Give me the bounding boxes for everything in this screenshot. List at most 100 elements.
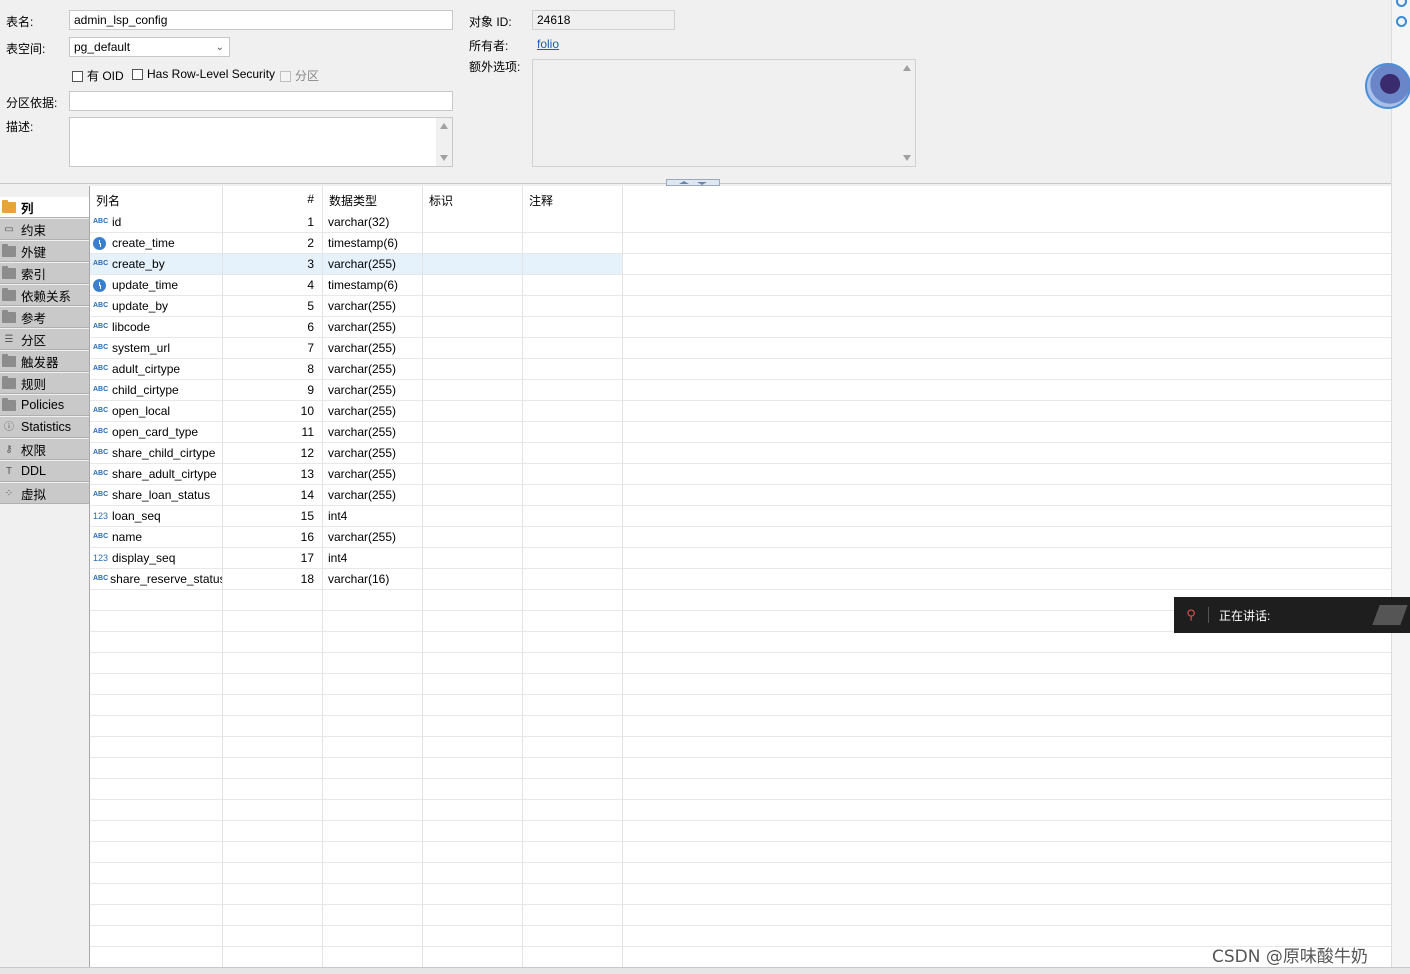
cell-position[interactable]: 9 xyxy=(223,380,323,400)
cell-comment[interactable] xyxy=(523,359,623,379)
cell-identity[interactable] xyxy=(423,443,523,463)
cell-column-name[interactable]: ABC adult_cirtype xyxy=(90,359,223,379)
tab-10[interactable]: ⓘ Statistics xyxy=(0,417,89,438)
tab-8[interactable]: 规则 xyxy=(0,373,89,394)
cell-comment[interactable] xyxy=(523,569,623,589)
cell-identity[interactable] xyxy=(423,338,523,358)
cell-column-name[interactable]: ABC share_loan_status xyxy=(90,485,223,505)
cell-data-type[interactable]: varchar(255) xyxy=(323,296,423,316)
cell-identity[interactable] xyxy=(423,317,523,337)
scrollbar[interactable] xyxy=(899,60,915,166)
cell-position[interactable]: 3 xyxy=(223,254,323,274)
cell-position[interactable]: 4 xyxy=(223,275,323,295)
cell-position[interactable]: 8 xyxy=(223,359,323,379)
table-row[interactable]: 123 display_seq 17 int4 xyxy=(90,548,1392,569)
tablespace-select[interactable]: pg_default ⌄ xyxy=(69,37,230,57)
table-row[interactable]: ABC create_by 3 varchar(255) xyxy=(90,254,1392,275)
cell-data-type[interactable]: int4 xyxy=(323,548,423,568)
cell-comment[interactable] xyxy=(523,254,623,274)
cell-column-name[interactable]: ABC create_by xyxy=(90,254,223,274)
cell-data-type[interactable]: timestamp(6) xyxy=(323,275,423,295)
table-row[interactable]: ABC system_url 7 varchar(255) xyxy=(90,338,1392,359)
cell-identity[interactable] xyxy=(423,485,523,505)
cell-data-type[interactable]: varchar(255) xyxy=(323,254,423,274)
avatar[interactable] xyxy=(1365,63,1410,109)
cell-identity[interactable] xyxy=(423,212,523,232)
tab-6[interactable]: ☰ 分区 xyxy=(0,329,89,350)
cell-data-type[interactable]: timestamp(6) xyxy=(323,233,423,253)
cell-data-type[interactable]: varchar(16) xyxy=(323,569,423,589)
tab-0[interactable]: 列 xyxy=(0,197,89,218)
cell-identity[interactable] xyxy=(423,275,523,295)
cell-position[interactable]: 10 xyxy=(223,401,323,421)
cell-identity[interactable] xyxy=(423,464,523,484)
cell-position[interactable]: 13 xyxy=(223,464,323,484)
cell-column-name[interactable]: ABC libcode xyxy=(90,317,223,337)
header-column-name[interactable]: 列名 xyxy=(90,186,223,212)
cell-column-name[interactable]: 123 loan_seq xyxy=(90,506,223,526)
table-row[interactable]: ABC update_by 5 varchar(255) xyxy=(90,296,1392,317)
cell-column-name[interactable]: ABC share_reserve_status xyxy=(90,569,223,589)
cell-comment[interactable] xyxy=(523,548,623,568)
cell-comment[interactable] xyxy=(523,422,623,442)
cell-position[interactable]: 12 xyxy=(223,443,323,463)
tab-3[interactable]: 索引 xyxy=(0,263,89,284)
cell-comment[interactable] xyxy=(523,275,623,295)
cell-identity[interactable] xyxy=(423,254,523,274)
cell-column-name[interactable]: ABC system_url xyxy=(90,338,223,358)
cell-data-type[interactable]: varchar(255) xyxy=(323,485,423,505)
cell-column-name[interactable]: ABC share_adult_cirtype xyxy=(90,464,223,484)
cell-data-type[interactable]: varchar(255) xyxy=(323,359,423,379)
tab-9[interactable]: Policies xyxy=(0,395,89,416)
tab-5[interactable]: 参考 xyxy=(0,307,89,328)
cell-identity[interactable] xyxy=(423,401,523,421)
table-row[interactable]: ABC open_local 10 varchar(255) xyxy=(90,401,1392,422)
tab-12[interactable]: T DDL xyxy=(0,461,89,482)
cell-comment[interactable] xyxy=(523,380,623,400)
splitter-handle[interactable] xyxy=(666,179,720,186)
cell-data-type[interactable]: varchar(255) xyxy=(323,527,423,547)
cell-data-type[interactable]: varchar(255) xyxy=(323,338,423,358)
cell-position[interactable]: 6 xyxy=(223,317,323,337)
rls-checkbox[interactable]: Has Row-Level Security xyxy=(132,67,275,81)
tab-4[interactable]: 依赖关系 xyxy=(0,285,89,306)
cell-data-type[interactable]: varchar(255) xyxy=(323,317,423,337)
gauge-icon[interactable] xyxy=(1396,0,1407,7)
cell-identity[interactable] xyxy=(423,527,523,547)
cell-position[interactable]: 15 xyxy=(223,506,323,526)
cell-position[interactable]: 2 xyxy=(223,233,323,253)
tab-7[interactable]: 触发器 xyxy=(0,351,89,372)
cell-position[interactable]: 16 xyxy=(223,527,323,547)
partition-by-input[interactable] xyxy=(69,91,453,111)
cell-column-name[interactable]: update_time xyxy=(90,275,223,295)
table-row[interactable]: ABC share_loan_status 14 varchar(255) xyxy=(90,485,1392,506)
cell-comment[interactable] xyxy=(523,527,623,547)
cell-identity[interactable] xyxy=(423,359,523,379)
header-identity[interactable]: 标识 xyxy=(423,186,523,212)
cell-identity[interactable] xyxy=(423,233,523,253)
cell-position[interactable]: 5 xyxy=(223,296,323,316)
cell-data-type[interactable]: varchar(255) xyxy=(323,464,423,484)
has-oid-checkbox[interactable]: 有 OID xyxy=(72,67,124,84)
header-data-type[interactable]: 数据类型 xyxy=(323,186,423,212)
header-position[interactable]: # xyxy=(223,186,323,212)
table-row[interactable]: create_time 2 timestamp(6) xyxy=(90,233,1392,254)
cell-identity[interactable] xyxy=(423,569,523,589)
cell-comment[interactable] xyxy=(523,443,623,463)
table-row[interactable]: ABC share_child_cirtype 12 varchar(255) xyxy=(90,443,1392,464)
table-row[interactable]: ABC adult_cirtype 8 varchar(255) xyxy=(90,359,1392,380)
cell-column-name[interactable]: ABC name xyxy=(90,527,223,547)
tab-11[interactable]: ⚷ 权限 xyxy=(0,439,89,460)
tab-2[interactable]: 外键 xyxy=(0,241,89,262)
table-row[interactable]: ABC share_adult_cirtype 13 varchar(255) xyxy=(90,464,1392,485)
cell-data-type[interactable]: varchar(255) xyxy=(323,401,423,421)
cell-position[interactable]: 17 xyxy=(223,548,323,568)
cell-identity[interactable] xyxy=(423,422,523,442)
cell-column-name[interactable]: ABC id xyxy=(90,212,223,232)
cell-column-name[interactable]: 123 display_seq xyxy=(90,548,223,568)
cell-identity[interactable] xyxy=(423,380,523,400)
cell-comment[interactable] xyxy=(523,212,623,232)
cell-comment[interactable] xyxy=(523,338,623,358)
cell-comment[interactable] xyxy=(523,317,623,337)
cell-column-name[interactable]: ABC share_child_cirtype xyxy=(90,443,223,463)
